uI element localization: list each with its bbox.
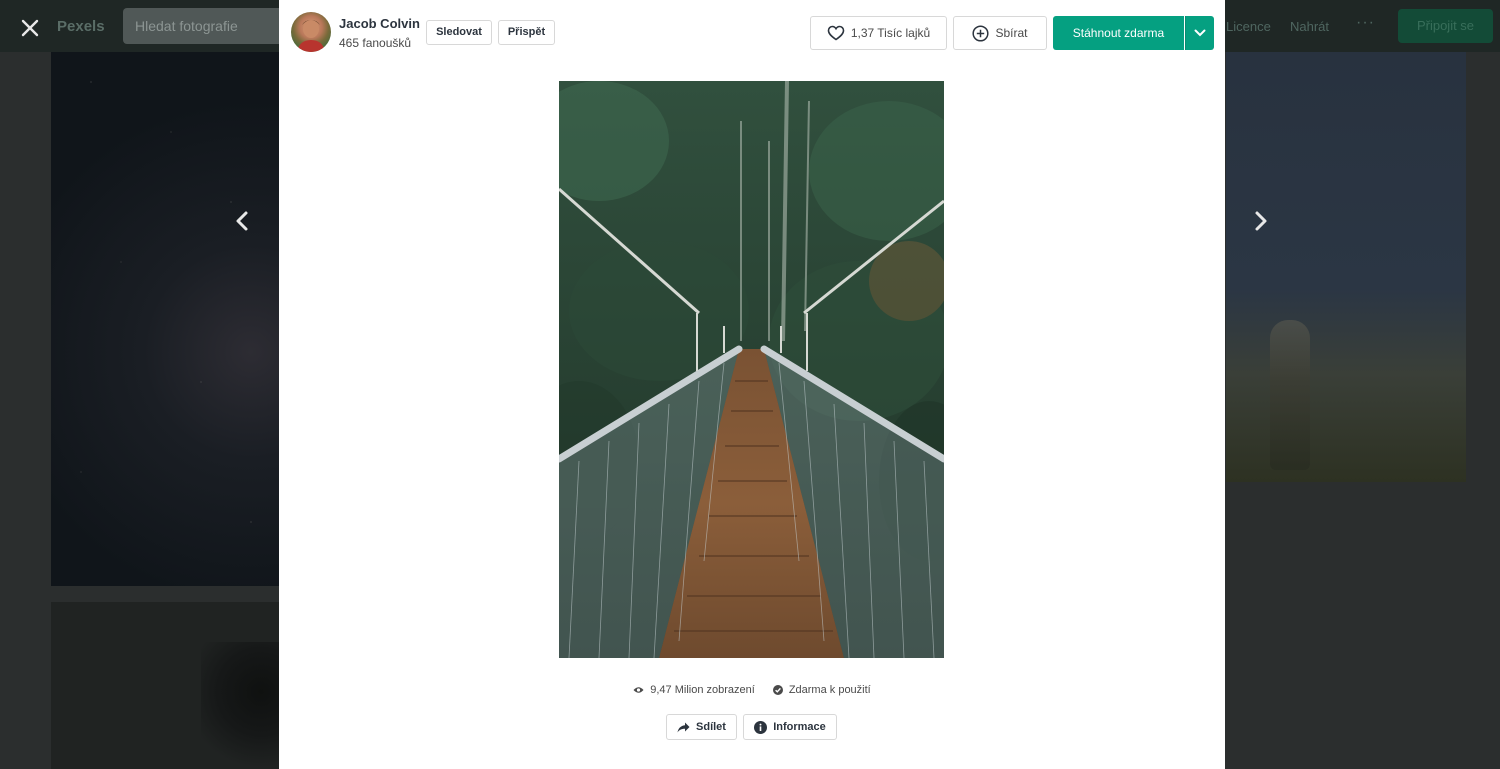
photo-stats: 9,47 Milion zobrazení Zdarma k použití xyxy=(279,684,1225,696)
close-button[interactable] xyxy=(14,12,46,44)
background-hand-shape xyxy=(1270,320,1310,470)
chevron-down-icon xyxy=(1194,29,1206,37)
previous-photo-button[interactable] xyxy=(228,206,256,236)
follow-button[interactable]: Sledovat xyxy=(426,20,492,45)
like-count: 1,37 Tisíc lajků xyxy=(850,26,931,40)
share-icon xyxy=(677,722,690,732)
donate-button[interactable]: Přispět xyxy=(498,20,555,45)
chevron-left-icon xyxy=(236,211,248,231)
photo-modal: Jacob Colvin 465 fanoušků Sledovat Přisp… xyxy=(279,0,1225,769)
eye-icon xyxy=(633,687,644,693)
join-button: Připojit se xyxy=(1398,9,1493,43)
like-button[interactable]: 1,37 Tisíc lajků xyxy=(810,16,947,50)
close-icon xyxy=(21,19,39,37)
background-stars xyxy=(51,52,279,586)
download-options-button[interactable] xyxy=(1185,16,1214,50)
background-photo-palm xyxy=(51,602,279,769)
main-photo[interactable] xyxy=(559,81,944,658)
info-button[interactable]: Informace xyxy=(743,714,837,740)
share-button[interactable]: Sdílet xyxy=(666,714,737,740)
avatar[interactable] xyxy=(291,12,331,52)
share-label: Sdílet xyxy=(696,721,726,733)
collect-button[interactable]: Sbírat xyxy=(953,16,1047,50)
heart-icon xyxy=(827,25,845,41)
nav-licence: Licence xyxy=(1226,19,1271,34)
info-icon xyxy=(754,720,768,734)
chevron-right-icon xyxy=(1255,211,1267,231)
pexels-logo: Pexels xyxy=(57,18,105,35)
license-label: Zdarma k použití xyxy=(788,684,871,696)
views-count: 9,47 Milion zobrazení xyxy=(650,684,755,696)
background-search-input: Hledat fotografie xyxy=(123,8,283,44)
author-followers: 465 fanoušků xyxy=(339,36,412,50)
info-label: Informace xyxy=(773,721,826,733)
check-circle-icon xyxy=(772,685,783,695)
next-photo-button[interactable] xyxy=(1247,206,1275,236)
license-stat[interactable]: Zdarma k použití xyxy=(772,684,871,696)
background-photo-hand xyxy=(1226,52,1466,482)
views-stat: 9,47 Milion zobrazení xyxy=(633,684,755,696)
plus-circle-icon xyxy=(972,24,990,42)
background-photo-empty xyxy=(1226,497,1466,769)
more-icon: ··· xyxy=(1356,14,1375,31)
download-button[interactable]: Stáhnout zdarma xyxy=(1053,16,1184,50)
author-name[interactable]: Jacob Colvin xyxy=(339,16,420,31)
nav-upload: Nahrát xyxy=(1290,19,1330,34)
collect-label: Sbírat xyxy=(995,26,1028,40)
